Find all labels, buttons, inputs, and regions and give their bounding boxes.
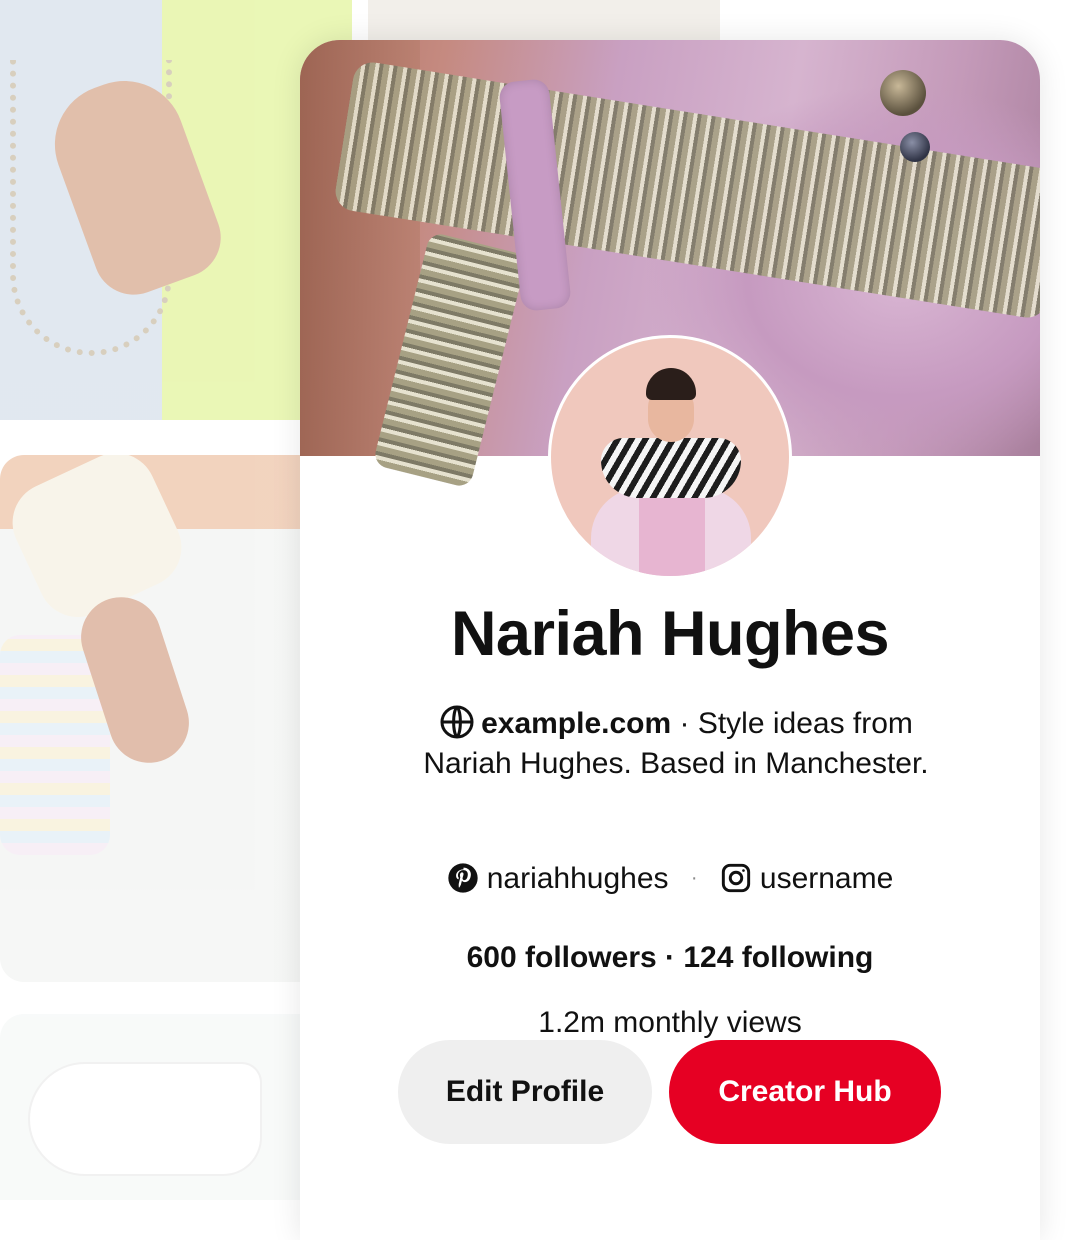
profile-name: Nariah Hughes: [450, 599, 890, 669]
background-pin-top: [368, 0, 720, 40]
instagram-link[interactable]: username: [712, 862, 894, 895]
following-count[interactable]: 124 following: [683, 941, 873, 974]
avatar-collar-shape: [601, 438, 741, 498]
followers-count[interactable]: 600 followers: [467, 941, 657, 974]
bio-line-1: · Style ideas from: [671, 707, 913, 740]
pinterest-link[interactable]: nariahhughes: [447, 862, 677, 895]
background-pin-beaded-bag: [0, 455, 300, 982]
creator-hub-button[interactable]: Creator Hub: [669, 1040, 941, 1144]
edit-profile-button[interactable]: Edit Profile: [398, 1040, 652, 1144]
avatar-hair-shape: [646, 368, 696, 400]
cover-button-shape: [880, 70, 926, 116]
background-pin-sneakers: [0, 1014, 300, 1200]
shoe-shape: [30, 1064, 260, 1174]
follow-stats: 600 followers · 124 following: [300, 938, 1040, 978]
social-links: nariahhughes · username: [300, 858, 1040, 899]
social-separator: ·: [690, 867, 698, 889]
instagram-handle: username: [759, 862, 894, 895]
bio-line-2: Nariah Hughes. Based in Manchester.: [423, 747, 929, 780]
globe-icon: [440, 705, 474, 739]
instagram-icon: [721, 863, 751, 893]
profile-card: Nariah Hughes example.com · Style ideas …: [300, 40, 1040, 1240]
monthly-views: 1.2m monthly views: [538, 1006, 802, 1039]
pinterest-icon: [448, 863, 478, 893]
profile-bio: example.com · Style ideas from Nariah Hu…: [386, 704, 966, 784]
avatar[interactable]: [548, 335, 792, 579]
pinterest-handle: nariahhughes: [486, 862, 669, 895]
stats-separator: ·: [656, 941, 684, 974]
website-link[interactable]: example.com: [481, 707, 671, 740]
cover-button-shape-2: [900, 132, 930, 162]
